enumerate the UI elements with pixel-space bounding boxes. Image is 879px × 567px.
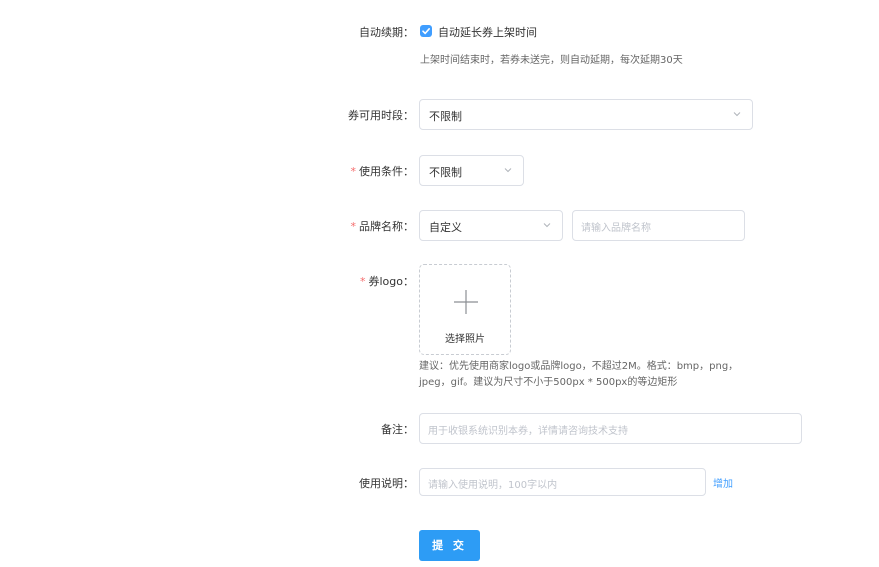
usage-condition-select[interactable]: 不限制 — [419, 155, 524, 186]
brand-name-placeholder: 请输入品牌名称 — [581, 223, 651, 234]
brand-name-type-value: 自定义 — [429, 221, 462, 234]
chevron-down-icon — [733, 112, 741, 117]
required-mark: * — [350, 220, 357, 233]
instructions-row: 使用说明： 请输入使用说明，100字以内 增加 — [0, 468, 879, 496]
remarks-placeholder: 用于收银系统识别本券，详情请咨询技术支持 — [428, 426, 628, 437]
instructions-label: 使用说明： — [359, 477, 414, 490]
instructions-input[interactable]: 请输入使用说明，100字以内 — [419, 468, 706, 496]
chevron-down-icon — [543, 223, 551, 228]
logo-hint-line1: 建议：优先使用商家logo或品牌logo，不超过2M。格式：bmp，png， — [419, 361, 739, 372]
available-period-label: 券可用时段： — [348, 109, 414, 122]
coupon-logo-row: * 券logo： 选择照片 建议：优先使用商家logo或品牌logo，不超过2M。… — [0, 264, 879, 394]
available-period-select[interactable]: 不限制 — [419, 99, 753, 130]
auto-renew-checkbox-label[interactable]: 自动延长券上架时间 — [438, 24, 537, 40]
brand-name-label: * 品牌名称： — [351, 218, 415, 234]
required-mark: * — [360, 275, 366, 288]
usage-condition-row: * 使用条件： 不限制 — [0, 155, 879, 187]
auto-renew-label: 自动续期： — [359, 26, 414, 39]
usage-condition-label: * 使用条件： — [351, 163, 415, 179]
chevron-down-icon — [504, 168, 512, 173]
auto-renew-checkbox[interactable] — [420, 25, 432, 37]
brand-name-label-text: 品牌名称： — [359, 220, 414, 233]
brand-name-type-select[interactable]: 自定义 — [419, 210, 563, 241]
usage-condition-value: 不限制 — [429, 166, 462, 179]
plus-icon — [454, 290, 478, 314]
coupon-logo-label: * 券logo： — [360, 273, 414, 289]
usage-condition-label-text: 使用条件： — [359, 165, 414, 178]
submit-button[interactable]: 提 交 — [419, 530, 480, 561]
auto-renew-hint: 上架时间结束时，若券未送完，则自动延期，每次延期30天 — [420, 55, 683, 66]
remarks-label: 备注： — [381, 423, 414, 436]
required-mark: * — [350, 165, 357, 178]
upload-label: 选择照片 — [445, 334, 485, 345]
logo-upload-box[interactable]: 选择照片 — [419, 264, 511, 355]
available-period-value: 不限制 — [429, 110, 462, 123]
available-period-row: 券可用时段： 不限制 — [0, 99, 879, 131]
brand-name-row: * 品牌名称： 自定义 请输入品牌名称 — [0, 210, 879, 242]
remarks-row: 备注： 用于收银系统识别本券，详情请咨询技术支持 — [0, 413, 879, 444]
logo-hint-line2: jpeg，gif。建议为尺寸不小于500px * 500px的等边矩形 — [419, 377, 678, 388]
checkmark-icon — [422, 27, 430, 35]
instructions-placeholder: 请输入使用说明，100字以内 — [428, 480, 558, 491]
remarks-input[interactable]: 用于收银系统识别本券，详情请咨询技术支持 — [419, 413, 802, 444]
auto-renew-row: 自动续期： 自动延长券上架时间 上架时间结束时，若券未送完，则自动延期，每次延期… — [0, 22, 879, 82]
add-instruction-link[interactable]: 增加 — [713, 475, 733, 490]
coupon-logo-label-text: 券logo： — [368, 275, 415, 288]
brand-name-input[interactable]: 请输入品牌名称 — [572, 210, 745, 241]
